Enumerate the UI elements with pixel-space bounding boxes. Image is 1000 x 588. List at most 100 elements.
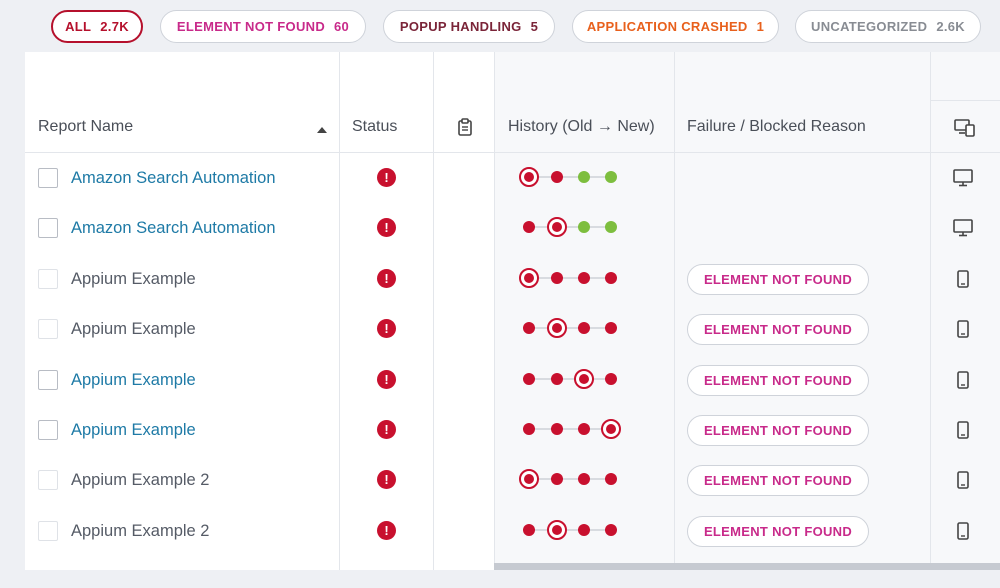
column-status[interactable]: Status	[352, 118, 397, 136]
history-line	[525, 428, 613, 430]
mobile-icon	[953, 269, 973, 293]
filter-label: POPUP HANDLING	[399, 19, 522, 34]
history-run-fail[interactable]	[605, 271, 617, 284]
row-checkbox[interactable]	[38, 319, 58, 340]
history-run-fail[interactable]	[519, 267, 539, 288]
filter-all[interactable]: ALL 2.7K	[51, 10, 143, 43]
history-run-pass[interactable]	[578, 171, 590, 183]
filter-element-not-found[interactable]: ELEMENT NOT FOUND 60	[160, 10, 366, 43]
filter-count: 1	[756, 19, 765, 34]
desktop-icon	[953, 219, 973, 242]
history-run-fail[interactable]	[547, 519, 567, 540]
history-timeline	[515, 266, 625, 290]
desktop-icon	[953, 169, 973, 192]
table-row[interactable]: Appium Example 2! ELEMENT NOT FOUND	[25, 455, 1000, 505]
mobile-icon	[953, 320, 973, 343]
filter-label: ALL	[65, 19, 92, 34]
history-run-fail[interactable]	[578, 423, 590, 435]
report-name-link[interactable]: Appium Example	[71, 371, 196, 390]
filter-popup-handling[interactable]: POPUP HANDLING 5	[383, 10, 555, 43]
history-run-pass[interactable]	[605, 221, 617, 234]
history-run-fail[interactable]	[605, 372, 617, 385]
filter-count: 60	[334, 19, 350, 34]
history-run-fail[interactable]	[551, 171, 563, 183]
history-run-fail[interactable]	[551, 372, 563, 385]
failure-reason-badge[interactable]: ELEMENT NOT FOUND	[687, 515, 869, 547]
history-run-fail[interactable]	[605, 473, 617, 486]
filter-uncategorized[interactable]: UNCATEGORIZED 2.6K	[795, 10, 981, 43]
history-run-fail[interactable]	[601, 419, 621, 439]
history-run-fail[interactable]	[578, 473, 590, 486]
status-failed-icon: !	[377, 520, 396, 540]
report-name-link[interactable]: Appium Example 2	[71, 522, 210, 541]
row-checkbox[interactable]	[38, 420, 58, 440]
sort-ascending-icon[interactable]	[317, 127, 327, 133]
history-run-fail[interactable]	[547, 318, 567, 339]
failure-reason-badge[interactable]: ELEMENT NOT FOUND	[687, 465, 869, 497]
report-name-link[interactable]: Appium Example	[71, 270, 196, 289]
history-run-fail[interactable]	[578, 322, 590, 335]
history-run-fail[interactable]	[519, 469, 539, 490]
history-run-fail[interactable]	[574, 368, 594, 389]
table-row[interactable]: Amazon Search Automation!	[25, 203, 1000, 253]
report-name-link[interactable]: Appium Example	[71, 421, 196, 440]
history-run-fail[interactable]	[578, 523, 590, 536]
history-run-fail[interactable]	[523, 322, 535, 335]
table-row[interactable]: Appium Example! ELEMENT NOT FOUND	[25, 355, 1000, 405]
report-name-link[interactable]: Appium Example	[71, 320, 196, 339]
table-row[interactable]: Appium Example! ELEMENT NOT FOUND	[25, 254, 1000, 304]
row-checkbox[interactable]	[38, 268, 58, 289]
history-run-fail[interactable]	[523, 423, 535, 435]
failure-reason-badge[interactable]: ELEMENT NOT FOUND	[687, 364, 869, 396]
devices-icon[interactable]	[954, 119, 976, 142]
history-run-fail[interactable]	[547, 217, 567, 238]
history-line	[525, 528, 613, 531]
table-row[interactable]: Amazon Search Automation!	[25, 153, 1000, 203]
filter-label: ELEMENT NOT FOUND	[176, 19, 326, 34]
history-run-pass[interactable]	[578, 221, 590, 234]
mobile-icon	[953, 421, 973, 444]
history-run-fail[interactable]	[605, 523, 617, 536]
failure-reason-badge[interactable]: ELEMENT NOT FOUND	[687, 314, 869, 346]
history-run-fail[interactable]	[523, 372, 535, 385]
mobile-icon	[953, 471, 973, 494]
history-run-fail[interactable]	[523, 523, 535, 536]
history-timeline	[515, 518, 625, 542]
filter-label: APPLICATION CRASHED	[586, 19, 748, 34]
filter-application-crashed[interactable]: APPLICATION CRASHED 1	[572, 10, 779, 43]
history-run-pass[interactable]	[605, 171, 617, 183]
filter-count: 2.7K	[100, 19, 129, 34]
clipboard-icon[interactable]	[457, 118, 473, 141]
table-row[interactable]: Appium Example 2! ELEMENT NOT FOUND	[25, 506, 1000, 556]
report-name-link[interactable]: Amazon Search Automation	[71, 219, 276, 238]
history-run-fail[interactable]	[551, 473, 563, 486]
status-failed-icon: !	[377, 218, 396, 238]
filter-bar: ALL 2.7K ELEMENT NOT FOUND 60 POPUP HAND…	[0, 0, 1000, 52]
row-checkbox[interactable]	[38, 168, 58, 188]
history-run-fail[interactable]	[578, 271, 590, 284]
row-checkbox[interactable]	[38, 218, 58, 239]
history-run-fail[interactable]	[605, 322, 617, 335]
row-checkbox[interactable]	[38, 369, 58, 390]
table-row[interactable]: Appium Example! ELEMENT NOT FOUND	[25, 304, 1000, 354]
status-failed-icon: !	[377, 420, 396, 439]
table-header: Report Name Status History (Old → New) F…	[25, 52, 1000, 153]
history-timeline	[515, 417, 625, 441]
report-name-link[interactable]: Amazon Search Automation	[71, 169, 276, 188]
history-run-fail[interactable]	[551, 423, 563, 435]
column-history[interactable]: History (Old → New)	[508, 118, 655, 136]
history-line	[525, 327, 613, 330]
failure-reason-badge[interactable]: ELEMENT NOT FOUND	[687, 263, 869, 295]
row-checkbox[interactable]	[38, 470, 58, 491]
history-run-fail[interactable]	[551, 271, 563, 284]
row-checkbox[interactable]	[38, 520, 58, 541]
history-timeline	[515, 367, 625, 391]
report-name-link[interactable]: Appium Example 2	[71, 471, 210, 490]
history-run-fail[interactable]	[519, 167, 539, 187]
table-row[interactable]: Appium Example! ELEMENT NOT FOUND	[25, 405, 1000, 455]
history-run-fail[interactable]	[523, 221, 535, 234]
horizontal-scrollbar[interactable]	[494, 563, 1000, 570]
failure-reason-badge[interactable]: ELEMENT NOT FOUND	[687, 415, 869, 446]
column-failure-reason[interactable]: Failure / Blocked Reason	[687, 118, 866, 136]
column-report-name[interactable]: Report Name	[38, 118, 133, 136]
